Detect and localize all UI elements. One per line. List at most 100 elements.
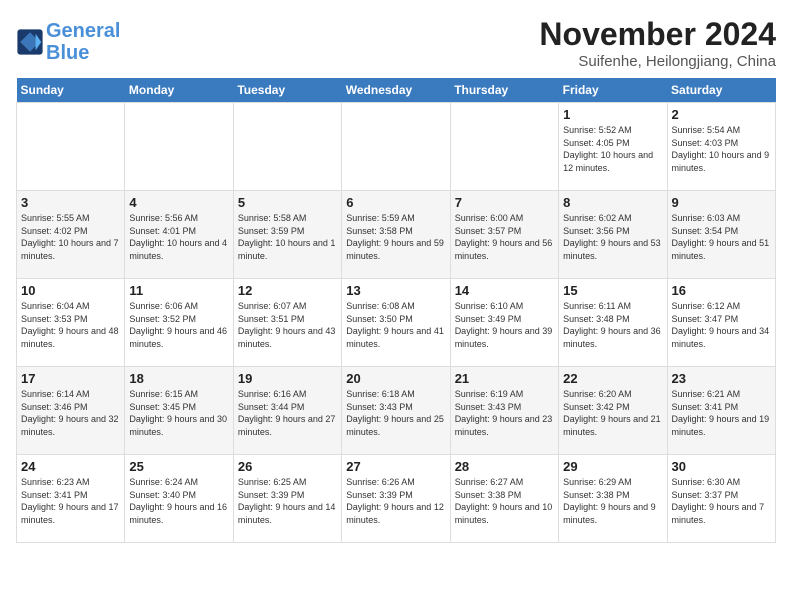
day-detail: Sunrise: 6:29 AM Sunset: 3:38 PM Dayligh… [563, 476, 662, 526]
day-number: 30 [672, 459, 771, 474]
day-number: 18 [129, 371, 228, 386]
day-number: 2 [672, 107, 771, 122]
day-number: 1 [563, 107, 662, 122]
day-detail: Sunrise: 6:02 AM Sunset: 3:56 PM Dayligh… [563, 212, 662, 262]
day-number: 8 [563, 195, 662, 210]
calendar-cell: 29 Sunrise: 6:29 AM Sunset: 3:38 PM Dayli… [559, 455, 667, 543]
logo-icon [16, 28, 44, 56]
calendar-cell: 24 Sunrise: 6:23 AM Sunset: 3:41 PM Dayli… [17, 455, 125, 543]
day-detail: Sunrise: 6:15 AM Sunset: 3:45 PM Dayligh… [129, 388, 228, 438]
day-detail: Sunrise: 6:03 AM Sunset: 3:54 PM Dayligh… [672, 212, 771, 262]
day-number: 19 [238, 371, 337, 386]
day-number: 13 [346, 283, 445, 298]
calendar-cell: 23 Sunrise: 6:21 AM Sunset: 3:41 PM Dayli… [667, 367, 775, 455]
day-number: 12 [238, 283, 337, 298]
calendar-cell: 5 Sunrise: 5:58 AM Sunset: 3:59 PM Daylig… [233, 191, 341, 279]
day-detail: Sunrise: 6:10 AM Sunset: 3:49 PM Dayligh… [455, 300, 554, 350]
day-number: 29 [563, 459, 662, 474]
calendar-cell: 28 Sunrise: 6:27 AM Sunset: 3:38 PM Dayli… [450, 455, 558, 543]
day-detail: Sunrise: 5:54 AM Sunset: 4:03 PM Dayligh… [672, 124, 771, 174]
calendar-cell: 21Sunrise: 6:19 AM Sunset: 3:43 PM Dayli… [450, 367, 558, 455]
calendar-week-row: 24 Sunrise: 6:23 AM Sunset: 3:41 PM Dayli… [17, 455, 776, 543]
day-detail: Sunrise: 6:23 AM Sunset: 3:41 PM Dayligh… [21, 476, 120, 526]
calendar-cell [233, 103, 341, 191]
calendar-cell: 7Sunrise: 6:00 AM Sunset: 3:57 PM Daylig… [450, 191, 558, 279]
day-number: 5 [238, 195, 337, 210]
day-detail: Sunrise: 6:06 AM Sunset: 3:52 PM Dayligh… [129, 300, 228, 350]
day-number: 26 [238, 459, 337, 474]
day-number: 22 [563, 371, 662, 386]
day-number: 10 [21, 283, 120, 298]
day-number: 24 [21, 459, 120, 474]
calendar-cell: 18 Sunrise: 6:15 AM Sunset: 3:45 PM Dayli… [125, 367, 233, 455]
calendar-cell: 13 Sunrise: 6:08 AM Sunset: 3:50 PM Dayli… [342, 279, 450, 367]
calendar-cell: 27 Sunrise: 6:26 AM Sunset: 3:39 PM Dayli… [342, 455, 450, 543]
day-detail: Sunrise: 6:11 AM Sunset: 3:48 PM Dayligh… [563, 300, 662, 350]
day-number: 9 [672, 195, 771, 210]
calendar-cell: 22Sunrise: 6:20 AM Sunset: 3:42 PM Dayli… [559, 367, 667, 455]
month-year-title: November 2024 [539, 16, 776, 53]
logo-line1: General [46, 20, 120, 42]
day-detail: Sunrise: 6:16 AM Sunset: 3:44 PM Dayligh… [238, 388, 337, 438]
day-detail: Sunrise: 6:27 AM Sunset: 3:38 PM Dayligh… [455, 476, 554, 526]
calendar-cell [450, 103, 558, 191]
day-detail: Sunrise: 5:59 AM Sunset: 3:58 PM Dayligh… [346, 212, 445, 262]
calendar-cell: 19 Sunrise: 6:16 AM Sunset: 3:44 PM Dayli… [233, 367, 341, 455]
weekday-header-cell: Saturday [667, 78, 775, 103]
day-detail: Sunrise: 6:26 AM Sunset: 3:39 PM Dayligh… [346, 476, 445, 526]
day-detail: Sunrise: 6:30 AM Sunset: 3:37 PM Dayligh… [672, 476, 771, 526]
day-detail: Sunrise: 5:58 AM Sunset: 3:59 PM Dayligh… [238, 212, 337, 262]
calendar-body: 1 Sunrise: 5:52 AM Sunset: 4:05 PM Daylig… [17, 103, 776, 543]
day-number: 20 [346, 371, 445, 386]
day-detail: Sunrise: 6:04 AM Sunset: 3:53 PM Dayligh… [21, 300, 120, 350]
calendar-cell: 30 Sunrise: 6:30 AM Sunset: 3:37 PM Dayli… [667, 455, 775, 543]
day-detail: Sunrise: 6:12 AM Sunset: 3:47 PM Dayligh… [672, 300, 771, 350]
calendar-cell: 6 Sunrise: 5:59 AM Sunset: 3:58 PM Daylig… [342, 191, 450, 279]
day-number: 23 [672, 371, 771, 386]
day-number: 7 [455, 195, 554, 210]
weekday-header-cell: Friday [559, 78, 667, 103]
weekday-header-cell: Sunday [17, 78, 125, 103]
day-number: 15 [563, 283, 662, 298]
day-detail: Sunrise: 6:24 AM Sunset: 3:40 PM Dayligh… [129, 476, 228, 526]
calendar-cell: 17 Sunrise: 6:14 AM Sunset: 3:46 PM Dayli… [17, 367, 125, 455]
location-subtitle: Suifenhe, Heilongjiang, China [539, 53, 776, 70]
day-number: 17 [21, 371, 120, 386]
calendar-cell: 1 Sunrise: 5:52 AM Sunset: 4:05 PM Daylig… [559, 103, 667, 191]
calendar-cell: 3Sunrise: 5:55 AM Sunset: 4:02 PM Daylig… [17, 191, 125, 279]
calendar-cell: 11Sunrise: 6:06 AM Sunset: 3:52 PM Dayli… [125, 279, 233, 367]
day-detail: Sunrise: 6:08 AM Sunset: 3:50 PM Dayligh… [346, 300, 445, 350]
day-number: 28 [455, 459, 554, 474]
day-number: 6 [346, 195, 445, 210]
day-number: 14 [455, 283, 554, 298]
day-detail: Sunrise: 6:19 AM Sunset: 3:43 PM Dayligh… [455, 388, 554, 438]
calendar-cell: 20 Sunrise: 6:18 AM Sunset: 3:43 PM Dayli… [342, 367, 450, 455]
day-number: 4 [129, 195, 228, 210]
calendar-cell: 26Sunrise: 6:25 AM Sunset: 3:39 PM Dayli… [233, 455, 341, 543]
calendar-cell [125, 103, 233, 191]
calendar-cell: 10 Sunrise: 6:04 AM Sunset: 3:53 PM Dayli… [17, 279, 125, 367]
day-detail: Sunrise: 5:55 AM Sunset: 4:02 PM Dayligh… [21, 212, 120, 262]
day-detail: Sunrise: 6:07 AM Sunset: 3:51 PM Dayligh… [238, 300, 337, 350]
day-detail: Sunrise: 6:18 AM Sunset: 3:43 PM Dayligh… [346, 388, 445, 438]
calendar-cell: 16 Sunrise: 6:12 AM Sunset: 3:47 PM Dayli… [667, 279, 775, 367]
weekday-header-cell: Tuesday [233, 78, 341, 103]
logo: General Blue [16, 20, 120, 64]
calendar-cell: 15 Sunrise: 6:11 AM Sunset: 3:48 PM Dayli… [559, 279, 667, 367]
calendar-cell: 2 Sunrise: 5:54 AM Sunset: 4:03 PM Daylig… [667, 103, 775, 191]
day-detail: Sunrise: 6:14 AM Sunset: 3:46 PM Dayligh… [21, 388, 120, 438]
calendar-week-row: 10 Sunrise: 6:04 AM Sunset: 3:53 PM Dayli… [17, 279, 776, 367]
day-number: 27 [346, 459, 445, 474]
day-detail: Sunrise: 5:56 AM Sunset: 4:01 PM Dayligh… [129, 212, 228, 262]
calendar-table: SundayMondayTuesdayWednesdayThursdayFrid… [16, 78, 776, 543]
calendar-week-row: 17 Sunrise: 6:14 AM Sunset: 3:46 PM Dayli… [17, 367, 776, 455]
logo-line2: Blue [46, 42, 89, 64]
day-number: 16 [672, 283, 771, 298]
weekday-header-cell: Thursday [450, 78, 558, 103]
page-header: General Blue November 2024 Suifenhe, Hei… [16, 16, 776, 70]
calendar-cell [342, 103, 450, 191]
calendar-cell: 4 Sunrise: 5:56 AM Sunset: 4:01 PM Daylig… [125, 191, 233, 279]
day-detail: Sunrise: 5:52 AM Sunset: 4:05 PM Dayligh… [563, 124, 662, 174]
calendar-cell: 12 Sunrise: 6:07 AM Sunset: 3:51 PM Dayli… [233, 279, 341, 367]
day-detail: Sunrise: 6:21 AM Sunset: 3:41 PM Dayligh… [672, 388, 771, 438]
